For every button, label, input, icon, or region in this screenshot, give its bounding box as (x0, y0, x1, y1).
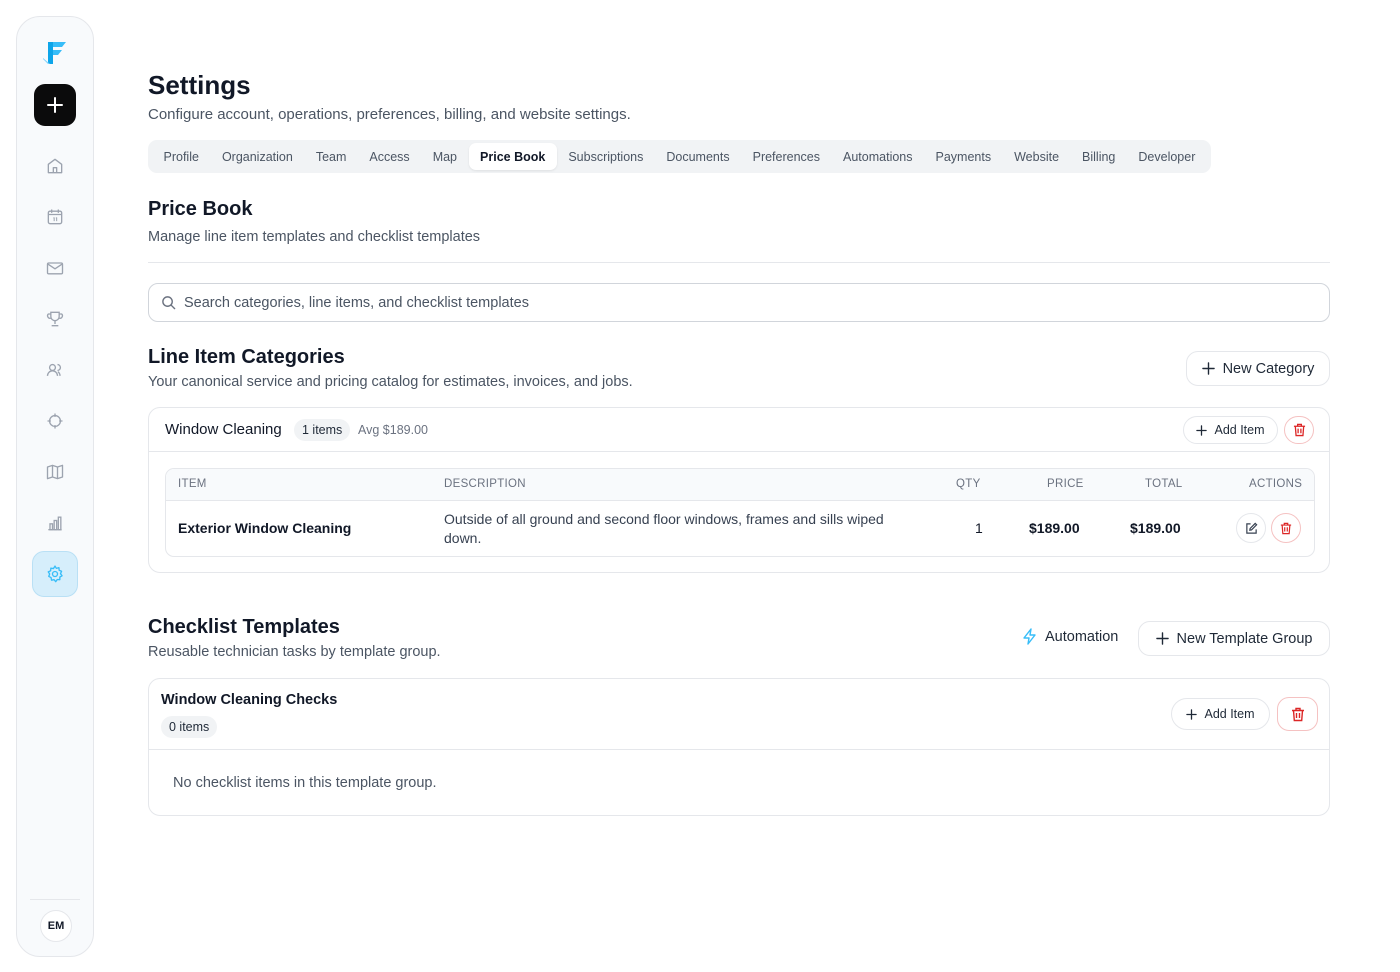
row-total: $189.00 (1130, 520, 1181, 536)
tab-developer[interactable]: Developer (1127, 143, 1207, 170)
settings-tabs: Profile Organization Team Access Map Pri… (148, 140, 1211, 173)
checklist-templates-title: Checklist Templates (148, 616, 340, 638)
template-group-header: Window Cleaning Checks 0 items Add Item (149, 679, 1329, 750)
item-count-badge: 0 items (161, 716, 218, 738)
price-book-subtitle: Manage line item templates and checklist… (148, 229, 481, 245)
bar-chart-icon (48, 516, 62, 531)
sidebar: EM (16, 16, 94, 957)
sidebar-item-mail[interactable] (32, 245, 78, 291)
item-count-badge: 1 items (294, 419, 351, 441)
row-description: Outside of all ground and second floor w… (444, 511, 884, 546)
page-title: Settings (148, 70, 251, 100)
search-box (148, 283, 1330, 322)
map-icon (46, 464, 64, 480)
sidebar-item-map[interactable] (32, 449, 78, 495)
tab-map[interactable]: Map (421, 143, 468, 170)
lightning-icon (1023, 628, 1036, 645)
sidebar-item-target[interactable] (32, 398, 78, 444)
sidebar-item-users[interactable] (32, 347, 78, 393)
home-icon (47, 158, 63, 174)
page-subtitle: Configure account, operations, preferenc… (148, 106, 631, 123)
add-item-label: Add Item (1214, 423, 1265, 437)
line-item-categories-title: Line Item Categories (148, 346, 345, 368)
tab-automations[interactable]: Automations (832, 143, 924, 170)
search-icon (162, 296, 176, 310)
tab-team[interactable]: Team (304, 143, 358, 170)
column-description: DESCRIPTION (444, 478, 526, 490)
tab-access[interactable]: Access (358, 143, 421, 170)
line-items-table: ITEM DESCRIPTION QTY PRICE TOTAL ACTIONS… (165, 468, 1315, 557)
new-category-label: New Category (1222, 360, 1315, 377)
sidebar-nav (32, 138, 78, 597)
table-header: ITEM DESCRIPTION QTY PRICE TOTAL ACTIONS (166, 469, 1314, 501)
edit-icon (1245, 522, 1257, 534)
add-item-button[interactable]: Add Item (1183, 416, 1278, 444)
category-header[interactable]: Window Cleaning 1 items Avg $189.00 Add … (149, 408, 1329, 452)
tab-organization[interactable]: Organization (210, 143, 304, 170)
delete-item-button[interactable] (1271, 513, 1301, 543)
sidebar-item-settings[interactable] (32, 551, 78, 597)
sidebar-item-trophy[interactable] (32, 296, 78, 342)
row-item-name: Exterior Window Cleaning (178, 520, 352, 536)
add-item-label: Add Item (1204, 707, 1255, 721)
column-actions: ACTIONS (1249, 478, 1303, 490)
average-price: Avg $189.00 (358, 423, 428, 437)
checklist-templates-subtitle: Reusable technician tasks by template gr… (148, 644, 441, 660)
create-new-button[interactable] (34, 84, 76, 126)
delete-template-group-button[interactable] (1277, 697, 1318, 731)
column-total: TOTAL (1145, 478, 1183, 490)
trophy-icon (46, 311, 64, 327)
app-logo[interactable] (37, 35, 73, 71)
template-group-name: Window Cleaning Checks (161, 692, 338, 708)
automation-button[interactable]: Automation (1022, 628, 1118, 645)
trash-icon (1293, 423, 1305, 437)
tab-subscriptions[interactable]: Subscriptions (557, 143, 655, 170)
category-card: Window Cleaning 1 items Avg $189.00 Add … (148, 407, 1330, 573)
automation-label: Automation (1045, 628, 1119, 645)
tab-profile[interactable]: Profile (152, 143, 210, 170)
column-price: PRICE (1047, 478, 1084, 490)
sidebar-item-home[interactable] (32, 143, 78, 189)
plus-icon (47, 97, 63, 113)
row-price: $189.00 (1029, 520, 1080, 536)
section-divider (148, 262, 1330, 263)
calendar-icon (47, 209, 63, 225)
price-book-title: Price Book (148, 198, 253, 220)
tab-website[interactable]: Website (1003, 143, 1071, 170)
trash-icon (1280, 522, 1292, 534)
sidebar-item-calendar[interactable] (32, 194, 78, 240)
users-icon (46, 363, 62, 376)
plus-icon (1196, 424, 1208, 436)
empty-state-message: No checklist items in this template grou… (173, 775, 437, 791)
line-item-categories-subtitle: Your canonical service and pricing catal… (148, 374, 633, 390)
category-name: Window Cleaning (165, 421, 282, 438)
trash-icon (1291, 707, 1304, 721)
edit-item-button[interactable] (1236, 513, 1266, 543)
sidebar-item-reports[interactable] (32, 500, 78, 546)
user-avatar[interactable]: EM (40, 910, 72, 942)
template-group-card: Window Cleaning Checks 0 items Add Item … (148, 678, 1330, 816)
new-template-group-button[interactable]: New Template Group (1138, 621, 1330, 656)
search-input[interactable] (184, 294, 1284, 311)
tab-billing[interactable]: Billing (1071, 143, 1127, 170)
new-template-group-label: New Template Group (1176, 630, 1313, 647)
tab-preferences[interactable]: Preferences (741, 143, 831, 170)
add-checklist-item-button[interactable]: Add Item (1171, 698, 1270, 730)
new-category-button[interactable]: New Category (1186, 351, 1330, 386)
brand-logo-icon (43, 42, 66, 64)
gear-icon (47, 565, 63, 583)
mail-icon (46, 262, 64, 275)
delete-category-button[interactable] (1284, 416, 1314, 444)
tab-price-book[interactable]: Price Book (468, 143, 557, 170)
sidebar-divider (30, 899, 80, 900)
crosshair-icon (47, 413, 63, 429)
plus-icon (1155, 632, 1169, 645)
plus-icon (1186, 708, 1198, 720)
column-qty: QTY (956, 478, 981, 490)
plus-icon (1201, 362, 1215, 375)
row-qty: 1 (975, 520, 983, 536)
tab-payments[interactable]: Payments (924, 143, 1003, 170)
tab-documents[interactable]: Documents (655, 143, 741, 170)
column-item: ITEM (178, 478, 207, 490)
